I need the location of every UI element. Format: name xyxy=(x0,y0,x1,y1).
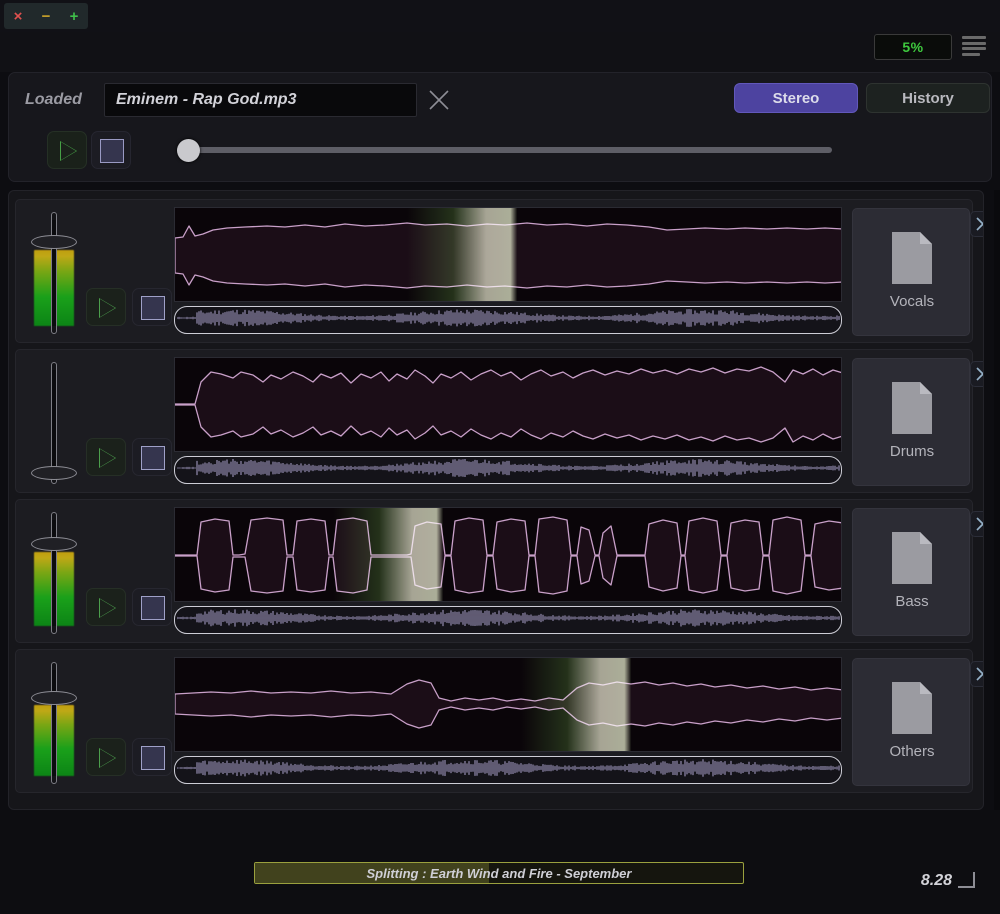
stem-row: Vocals xyxy=(15,199,973,343)
loaded-label: Loaded xyxy=(25,91,82,109)
stem-play-button[interactable] xyxy=(86,588,126,626)
clear-file-icon[interactable] xyxy=(426,87,452,113)
version-label: 8.28 xyxy=(921,872,952,890)
task-progress-bar: Splitting : Earth Wind and Fire - Septem… xyxy=(254,862,744,884)
file-icon xyxy=(891,381,933,435)
stem-waveform-area xyxy=(174,207,842,337)
window-controls: × − + xyxy=(4,3,88,29)
stem-name-label: Others xyxy=(853,743,971,760)
stem-play-button[interactable] xyxy=(86,288,126,326)
master-stop-button[interactable] xyxy=(91,131,131,169)
progress-percent-label: 5% xyxy=(902,39,923,55)
stem-overview-waveform[interactable] xyxy=(174,456,842,484)
stem-waveform[interactable] xyxy=(174,657,842,752)
task-status-label: Splitting : Earth Wind and Fire - Septem… xyxy=(255,863,743,883)
progress-percent-box: 5% xyxy=(874,34,952,60)
stem-row: Others xyxy=(15,649,973,793)
header-bar xyxy=(0,32,1000,72)
stem-fader-knob[interactable] xyxy=(31,537,77,551)
stem-close-button[interactable] xyxy=(970,661,984,687)
stem-label-card[interactable]: Vocals xyxy=(852,208,970,336)
stem-name-label: Bass xyxy=(853,593,971,610)
stem-waveform[interactable] xyxy=(174,507,842,602)
stem-fader-rail-inner xyxy=(52,670,56,776)
file-icon xyxy=(891,531,933,585)
stems-panel: Vocals xyxy=(8,190,984,810)
stem-close-button[interactable] xyxy=(970,211,984,237)
master-position-slider[interactable] xyxy=(177,147,832,153)
app-window: × − + 5% Loaded Eminem - Rap God.mp3 Ste… xyxy=(0,0,1000,914)
stem-stop-button[interactable] xyxy=(132,588,172,626)
stem-waveform-area xyxy=(174,507,842,637)
stem-close-button[interactable] xyxy=(970,511,984,537)
stem-fader-knob[interactable] xyxy=(31,235,77,249)
stereo-mode-button[interactable]: Stereo xyxy=(734,83,858,113)
minimize-window-icon[interactable]: − xyxy=(42,9,51,24)
loaded-panel: Loaded Eminem - Rap God.mp3 Stereo Histo… xyxy=(8,72,992,182)
title-bar: × − + xyxy=(0,0,1000,32)
stem-overview-waveform[interactable] xyxy=(174,606,842,634)
master-position-knob[interactable] xyxy=(177,139,200,162)
loaded-file-field[interactable]: Eminem - Rap God.mp3 xyxy=(104,83,417,117)
right-scrollbar[interactable] xyxy=(994,190,1000,810)
stem-fader-knob[interactable] xyxy=(31,466,77,480)
stem-fader-rail-inner xyxy=(52,370,56,476)
stem-name-label: Vocals xyxy=(853,293,971,310)
master-play-button[interactable] xyxy=(47,131,87,169)
file-icon xyxy=(891,231,933,285)
stem-label-card[interactable]: Bass xyxy=(852,508,970,636)
stem-play-button[interactable] xyxy=(86,438,126,476)
stem-fader[interactable] xyxy=(28,358,80,488)
loaded-file-name: Eminem - Rap God.mp3 xyxy=(105,91,296,109)
stem-name-label: Drums xyxy=(853,443,971,460)
stem-stop-button[interactable] xyxy=(132,288,172,326)
stem-stop-button[interactable] xyxy=(132,438,172,476)
stem-label-card[interactable]: Drums xyxy=(852,358,970,486)
stem-fader[interactable] xyxy=(28,508,80,638)
stem-fader[interactable] xyxy=(28,658,80,788)
stem-overview-waveform[interactable] xyxy=(174,756,842,784)
file-icon xyxy=(891,681,933,735)
status-bar: Splitting : Earth Wind and Fire - Septem… xyxy=(0,814,1000,914)
hamburger-menu-icon[interactable] xyxy=(962,36,986,56)
stem-waveform-area xyxy=(174,657,842,787)
stem-play-button[interactable] xyxy=(86,738,126,776)
stem-label-card[interactable]: Others xyxy=(852,658,970,786)
stem-waveform[interactable] xyxy=(174,207,842,302)
stem-stop-button[interactable] xyxy=(132,738,172,776)
stem-overview-waveform[interactable] xyxy=(174,306,842,334)
stem-waveform[interactable] xyxy=(174,357,842,452)
maximize-window-icon[interactable]: + xyxy=(70,9,79,24)
stem-fader-knob[interactable] xyxy=(31,691,77,705)
stem-close-button[interactable] xyxy=(970,361,984,387)
resize-grip-icon[interactable] xyxy=(958,872,980,890)
stem-fader-rail-inner xyxy=(52,520,56,626)
stem-fader[interactable] xyxy=(28,208,80,338)
stem-waveform-area xyxy=(174,357,842,487)
close-window-icon[interactable]: × xyxy=(14,9,23,24)
history-button[interactable]: History xyxy=(866,83,990,113)
stem-row: Drums xyxy=(15,349,973,493)
stem-row: Bass xyxy=(15,499,973,643)
